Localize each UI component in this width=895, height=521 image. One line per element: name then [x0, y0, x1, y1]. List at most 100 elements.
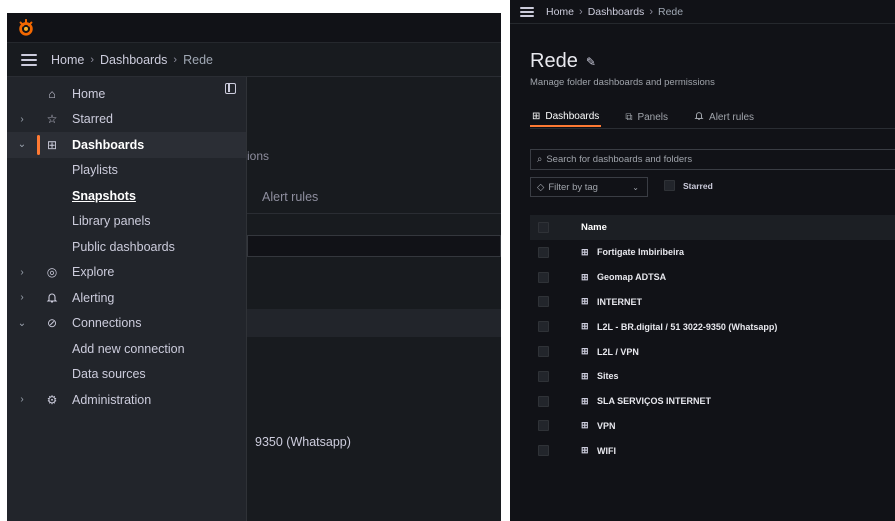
grafana-logo-icon[interactable] — [17, 19, 35, 37]
chevron-down-icon[interactable]: ⌄ — [17, 139, 27, 150]
search-placeholder: Search for dashboards and folders — [546, 154, 693, 165]
row-checkbox[interactable] — [538, 246, 549, 258]
menu-toggle-icon[interactable] — [520, 6, 534, 17]
dashboard-grid-icon: ⊞ — [581, 370, 589, 381]
background-search-input — [247, 235, 501, 257]
table-row[interactable]: ⊞ L2L / VPN — [530, 339, 895, 364]
table-row[interactable]: ⊞ VPN — [530, 414, 895, 439]
table-row[interactable]: ⊞ Fortigate Imbiribeira — [530, 240, 895, 265]
menu-item-alerting[interactable]: › Alerting — [7, 285, 246, 311]
dashboard-name[interactable]: WIFI — [597, 446, 616, 456]
menu-item-connections[interactable]: ⌄ ⊘ Connections — [7, 311, 246, 337]
chevron-right-icon[interactable]: › — [17, 114, 27, 125]
dashboard-name[interactable]: L2L / VPN — [597, 347, 639, 357]
menu-item-label: Dashboards — [72, 137, 145, 152]
dashboard-grid-icon: ⊞ — [581, 271, 589, 282]
row-checkbox[interactable] — [538, 420, 549, 432]
mega-menu: ⌂ Home › ☆ Starred ⌄ ⊞ Dashboards Playli… — [7, 77, 247, 521]
starred-checkbox[interactable] — [664, 180, 675, 191]
nav-bar: Home › Dashboards › Rede — [510, 0, 895, 24]
dashboards-table: Name ⊞ Fortigate Imbiribeira ⊞ Geomap AD… — [530, 215, 895, 463]
breadcrumb: Home › Dashboards › Rede — [51, 53, 213, 67]
edit-pencil-icon[interactable]: ✎ — [586, 55, 596, 69]
table-row[interactable]: ⊞ Geomap ADTSA — [530, 265, 895, 290]
breadcrumb-separator-icon: › — [649, 5, 653, 18]
dashboard-grid-icon: ⊞ — [581, 445, 589, 456]
background-alert-rules-tab: Alert rules — [262, 190, 319, 204]
row-checkbox[interactable] — [538, 395, 549, 407]
menu-item-public-dashboards[interactable]: Public dashboards — [7, 234, 246, 260]
breadcrumb-dashboards[interactable]: Dashboards — [100, 53, 167, 67]
menu-item-home[interactable]: ⌂ Home — [7, 81, 246, 107]
home-icon: ⌂ — [48, 86, 56, 101]
bell-icon — [45, 291, 59, 305]
dashboard-name[interactable]: VPN — [597, 421, 616, 431]
page-subtitle: Manage folder dashboards and permissions — [530, 77, 715, 88]
menu-item-add-new-connection[interactable]: Add new connection — [7, 336, 246, 362]
background-tab-fragment: ions — [247, 149, 270, 163]
star-icon: ☆ — [46, 112, 58, 127]
dashboard-name[interactable]: Sites — [597, 371, 619, 381]
breadcrumb-current: Rede — [657, 5, 684, 18]
gear-icon: ⚙ — [46, 392, 58, 407]
dashboard-name[interactable]: Geomap ADTSA — [597, 272, 666, 282]
background-table-header — [247, 309, 501, 337]
column-header-name[interactable]: Name — [581, 222, 607, 233]
tab-label: Panels — [637, 111, 669, 123]
tab-label: Dashboards — [545, 110, 600, 122]
row-checkbox[interactable] — [538, 296, 549, 308]
connections-icon: ⊘ — [46, 316, 58, 331]
background-page-content: ions Alert rules 9350 (Whatsapp) — [247, 77, 501, 521]
breadcrumb-separator-icon: › — [173, 53, 178, 66]
dashboard-name[interactable]: L2L - BR.digital / 51 3022-9350 (Whatsap… — [597, 322, 777, 332]
menu-item-playlists[interactable]: Playlists — [7, 158, 246, 184]
menu-item-label: Explore — [72, 265, 115, 280]
left-screenshot-panel: Home › Dashboards › Rede ions Alert rule… — [7, 13, 501, 521]
chevron-right-icon[interactable]: › — [17, 394, 27, 405]
menu-item-starred[interactable]: › ☆ Starred — [7, 107, 246, 133]
tag-filter-select[interactable]: ◇ Filter by tag ⌄ — [530, 177, 648, 197]
menu-item-snapshots[interactable]: Snapshots — [7, 183, 246, 209]
row-checkbox[interactable] — [538, 445, 549, 457]
search-input[interactable]: ⌕ Search for dashboards and folders — [530, 149, 895, 170]
tab-dashboards[interactable]: ⊞ Dashboards — [530, 107, 602, 127]
row-checkbox[interactable] — [538, 346, 549, 358]
breadcrumb-dashboards[interactable]: Dashboards — [588, 6, 645, 18]
menu-item-explore[interactable]: › ◎ Explore — [7, 260, 246, 286]
table-row[interactable]: ⊞ INTERNET — [530, 290, 895, 315]
dashboards-grid-icon: ⊞ — [46, 137, 58, 152]
dashboard-name[interactable]: INTERNET — [597, 297, 642, 307]
table-row[interactable]: ⊞ L2L - BR.digital / 51 3022-9350 (Whats… — [530, 314, 895, 339]
menu-toggle-icon[interactable] — [21, 53, 37, 66]
breadcrumb-home[interactable]: Home — [546, 6, 574, 18]
tab-panels[interactable]: ⧉ Panels — [623, 107, 670, 127]
row-checkbox[interactable] — [538, 271, 549, 283]
table-row[interactable]: ⊞ Sites — [530, 364, 895, 389]
breadcrumb-home[interactable]: Home — [51, 53, 84, 67]
starred-label: Starred — [683, 180, 713, 191]
menu-item-administration[interactable]: › ⚙ Administration — [7, 387, 246, 413]
select-all-checkbox[interactable] — [538, 222, 549, 233]
table-row[interactable]: ⊞ WIFI — [530, 438, 895, 463]
table-header: Name — [530, 215, 895, 240]
menu-item-label: Starred — [72, 112, 113, 127]
dashboard-name[interactable]: SLA SERVIÇOS INTERNET — [597, 396, 711, 406]
dashboard-grid-icon: ⊞ — [581, 296, 589, 307]
chevron-down-icon[interactable]: ⌄ — [17, 318, 27, 329]
table-row[interactable]: ⊞ SLA SERVIÇOS INTERNET — [530, 389, 895, 414]
starred-filter[interactable]: Starred — [664, 180, 713, 191]
search-icon: ⌕ — [537, 154, 543, 165]
menu-item-library-panels[interactable]: Library panels — [7, 209, 246, 235]
menu-item-label: Public dashboards — [72, 239, 175, 254]
menu-item-label: Library panels — [72, 214, 151, 229]
chevron-right-icon[interactable]: › — [17, 292, 27, 303]
tab-alert-rules[interactable]: Alert rules — [692, 107, 756, 127]
menu-item-dashboards[interactable]: ⌄ ⊞ Dashboards — [7, 132, 246, 158]
menu-item-data-sources[interactable]: Data sources — [7, 362, 246, 388]
row-checkbox[interactable] — [538, 370, 549, 382]
dashboards-grid-icon: ⊞ — [532, 110, 541, 122]
menu-item-label: Playlists — [72, 163, 118, 178]
chevron-right-icon[interactable]: › — [17, 267, 27, 278]
row-checkbox[interactable] — [538, 321, 549, 333]
dashboard-name[interactable]: Fortigate Imbiribeira — [597, 247, 684, 257]
